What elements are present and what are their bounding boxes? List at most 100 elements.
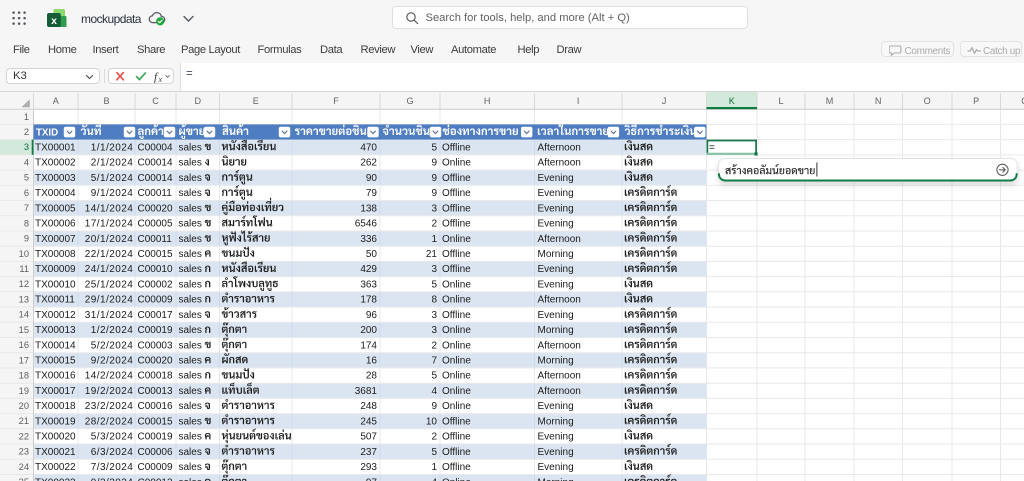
svg-text:TX00002: TX00002 bbox=[35, 158, 76, 169]
svg-text:C00006: C00006 bbox=[138, 447, 173, 458]
svg-text:J: J bbox=[662, 96, 667, 106]
svg-text:9: 9 bbox=[431, 188, 437, 199]
svg-text:Online: Online bbox=[442, 325, 471, 336]
svg-text:2: 2 bbox=[431, 340, 437, 351]
svg-text:13: 13 bbox=[19, 294, 29, 304]
svg-text:C00011: C00011 bbox=[138, 234, 173, 245]
svg-text:21: 21 bbox=[426, 249, 438, 260]
svg-text:14/2/2024: 14/2/2024 bbox=[85, 371, 134, 382]
svg-text:5: 5 bbox=[431, 371, 437, 382]
svg-text:22: 22 bbox=[19, 431, 29, 441]
svg-text:Online: Online bbox=[442, 340, 471, 351]
svg-text:B: B bbox=[103, 96, 109, 106]
svg-text:20/1/2024: 20/1/2024 bbox=[85, 234, 134, 245]
svg-text:Online: Online bbox=[442, 477, 471, 481]
svg-text:12: 12 bbox=[19, 279, 29, 289]
svg-text:24/1/2024: 24/1/2024 bbox=[85, 264, 134, 275]
svg-text:5: 5 bbox=[24, 173, 29, 183]
svg-text:F: F bbox=[333, 96, 339, 106]
svg-text:x: x bbox=[51, 15, 57, 27]
svg-text:Online: Online bbox=[442, 386, 471, 397]
svg-text:2/1/2024: 2/1/2024 bbox=[91, 158, 134, 169]
svg-text:sales: sales bbox=[179, 340, 202, 351]
svg-text:9: 9 bbox=[431, 401, 437, 412]
svg-text:4: 4 bbox=[24, 158, 29, 168]
svg-text:C00005: C00005 bbox=[138, 219, 173, 230]
svg-text:Offline: Offline bbox=[442, 432, 471, 443]
svg-text:Afternoon: Afternoon bbox=[538, 386, 581, 397]
svg-text:25: 25 bbox=[19, 477, 29, 481]
svg-text:16: 16 bbox=[19, 340, 29, 350]
svg-text:sales: sales bbox=[179, 173, 202, 184]
svg-text:TX00012: TX00012 bbox=[35, 310, 76, 321]
svg-text:sales: sales bbox=[179, 142, 202, 153]
svg-text:TX00020: TX00020 bbox=[35, 432, 76, 443]
svg-text:Online: Online bbox=[442, 234, 471, 245]
svg-text:TX00006: TX00006 bbox=[35, 219, 76, 230]
svg-text:Morning: Morning bbox=[538, 477, 574, 481]
svg-text:3: 3 bbox=[431, 203, 437, 214]
svg-text:C00015: C00015 bbox=[138, 249, 173, 260]
svg-text:7/3/2024: 7/3/2024 bbox=[91, 462, 134, 473]
svg-text:C00014: C00014 bbox=[138, 173, 173, 184]
svg-text:sales: sales bbox=[179, 158, 202, 169]
svg-text:2: 2 bbox=[431, 432, 437, 443]
svg-text:TX00016: TX00016 bbox=[35, 371, 76, 382]
svg-text:TX00021: TX00021 bbox=[35, 447, 76, 458]
svg-text:C00010: C00010 bbox=[138, 264, 173, 275]
svg-text:C00020: C00020 bbox=[138, 203, 173, 214]
svg-text:C00015: C00015 bbox=[138, 416, 173, 427]
svg-text:x: x bbox=[157, 75, 162, 84]
svg-text:1: 1 bbox=[431, 234, 437, 245]
svg-text:C00004: C00004 bbox=[138, 142, 173, 153]
svg-text:2: 2 bbox=[431, 219, 437, 230]
svg-text:7: 7 bbox=[431, 356, 437, 367]
svg-text:TX00022: TX00022 bbox=[35, 462, 76, 473]
svg-text:TX00013: TX00013 bbox=[35, 325, 76, 336]
svg-text:21: 21 bbox=[19, 416, 29, 426]
svg-text:23/2/2024: 23/2/2024 bbox=[85, 401, 134, 412]
svg-text:Online: Online bbox=[442, 158, 471, 169]
svg-text:Online: Online bbox=[442, 356, 471, 367]
svg-text:L: L bbox=[778, 96, 783, 106]
svg-text:Evening: Evening bbox=[538, 279, 574, 290]
svg-text:19: 19 bbox=[19, 386, 29, 396]
svg-text:C00020: C00020 bbox=[138, 356, 173, 367]
svg-text:29/1/2024: 29/1/2024 bbox=[85, 295, 134, 306]
svg-text:sales: sales bbox=[179, 447, 202, 458]
svg-text:Online: Online bbox=[442, 371, 471, 382]
svg-text:4: 4 bbox=[431, 477, 437, 481]
svg-text:5/1/2024: 5/1/2024 bbox=[91, 173, 134, 184]
svg-text:28: 28 bbox=[366, 371, 378, 382]
svg-text:Evening: Evening bbox=[538, 264, 574, 275]
svg-text:248: 248 bbox=[360, 401, 377, 412]
svg-text:Evening: Evening bbox=[538, 310, 574, 321]
svg-text:6: 6 bbox=[24, 188, 29, 198]
svg-text:262: 262 bbox=[360, 158, 377, 169]
svg-text:Offline: Offline bbox=[442, 310, 471, 321]
svg-text:23: 23 bbox=[19, 447, 29, 457]
svg-text:293: 293 bbox=[360, 462, 377, 473]
svg-text:24: 24 bbox=[19, 462, 29, 472]
svg-text:336: 336 bbox=[360, 234, 377, 245]
svg-text:9: 9 bbox=[431, 173, 437, 184]
svg-text:TX00004: TX00004 bbox=[35, 188, 76, 199]
svg-text:TX00019: TX00019 bbox=[35, 416, 76, 427]
svg-text:363: 363 bbox=[360, 279, 377, 290]
svg-text:TX00010: TX00010 bbox=[35, 279, 76, 290]
svg-text:9: 9 bbox=[431, 158, 437, 169]
svg-text:3: 3 bbox=[431, 325, 437, 336]
svg-text:Afternoon: Afternoon bbox=[538, 340, 581, 351]
svg-text:sales: sales bbox=[179, 219, 202, 230]
svg-text:M: M bbox=[826, 96, 834, 106]
svg-text:Afternoon: Afternoon bbox=[538, 234, 581, 245]
svg-text:50: 50 bbox=[366, 249, 378, 260]
svg-text:97: 97 bbox=[366, 477, 378, 481]
svg-text:G: G bbox=[406, 96, 413, 106]
svg-text:4: 4 bbox=[431, 386, 437, 397]
svg-text:TX00005: TX00005 bbox=[35, 203, 76, 214]
svg-text:Offline: Offline bbox=[442, 173, 471, 184]
svg-text:Offline: Offline bbox=[442, 264, 471, 275]
svg-text:507: 507 bbox=[360, 432, 377, 443]
svg-text:Evening: Evening bbox=[538, 401, 574, 412]
